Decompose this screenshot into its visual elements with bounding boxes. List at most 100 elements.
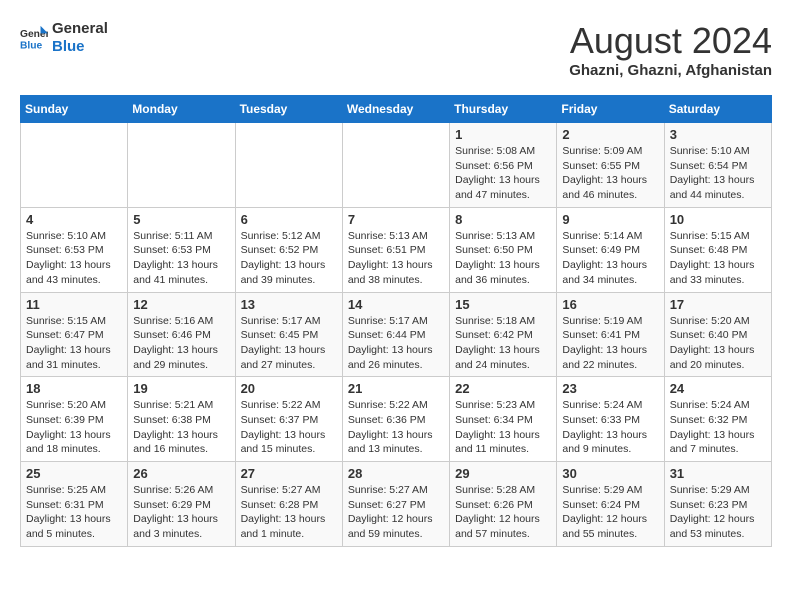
day-number: 25: [26, 466, 122, 481]
day-info: Sunrise: 5:23 AM: [455, 398, 551, 413]
day-info: Sunset: 6:26 PM: [455, 498, 551, 513]
day-info: and 1 minute.: [241, 527, 337, 542]
day-number: 16: [562, 297, 658, 312]
day-info: Sunrise: 5:24 AM: [670, 398, 766, 413]
calendar-cell: [342, 123, 449, 208]
day-info: Sunset: 6:28 PM: [241, 498, 337, 513]
day-info: Daylight: 12 hours: [670, 512, 766, 527]
day-info: and 34 minutes.: [562, 273, 658, 288]
calendar-cell: 31Sunrise: 5:29 AMSunset: 6:23 PMDayligh…: [664, 462, 771, 547]
day-number: 19: [133, 381, 229, 396]
day-info: Sunset: 6:31 PM: [26, 498, 122, 513]
day-info: Daylight: 13 hours: [455, 343, 551, 358]
day-info: and 16 minutes.: [133, 442, 229, 457]
day-info: Sunset: 6:27 PM: [348, 498, 444, 513]
week-row-5: 25 Sunrise: 5:25 AMSunset: 6:31 PM Dayligh…: [21, 462, 772, 547]
calendar-cell: 14Sunrise: 5:17 AMSunset: 6:44 PMDayligh…: [342, 292, 449, 377]
logo: General Blue General Blue: [20, 20, 108, 56]
day-number: 8: [455, 212, 551, 227]
location-title: Ghazni, Ghazni, Afghanistan: [569, 62, 772, 79]
day-number: 14: [348, 297, 444, 312]
day-number: 28: [348, 466, 444, 481]
day-info: Sunset: 6:40 PM: [670, 328, 766, 343]
day-info: Sunrise: 5:25 AM: [26, 483, 122, 498]
day-info: Sunrise: 5:29 AM: [670, 483, 766, 498]
day-info: Daylight: 13 hours: [133, 258, 229, 273]
day-info: Sunrise: 5:08 AM: [455, 144, 551, 159]
day-info: Sunset: 6:56 PM: [455, 159, 551, 174]
day-info: Sunset: 6:29 PM: [133, 498, 229, 513]
day-info: Sunrise: 5:27 AM: [241, 483, 337, 498]
calendar-cell: [128, 123, 235, 208]
day-number: 10: [670, 212, 766, 227]
day-info: Sunset: 6:51 PM: [348, 243, 444, 258]
day-info: Daylight: 13 hours: [562, 258, 658, 273]
day-info: Sunset: 6:37 PM: [241, 413, 337, 428]
day-info: Sunrise: 5:17 AM: [241, 314, 337, 329]
calendar-cell: 9Sunrise: 5:14 AMSunset: 6:49 PMDaylight…: [557, 207, 664, 292]
logo-line2: Blue: [52, 38, 108, 56]
day-info: and 31 minutes.: [26, 358, 122, 373]
day-info: and 22 minutes.: [562, 358, 658, 373]
day-info: Daylight: 13 hours: [670, 258, 766, 273]
day-number: 24: [670, 381, 766, 396]
calendar-cell: 29Sunrise: 5:28 AMSunset: 6:26 PMDayligh…: [450, 462, 557, 547]
day-info: Sunrise: 5:14 AM: [562, 229, 658, 244]
day-info: and 36 minutes.: [455, 273, 551, 288]
day-info: Sunrise: 5:16 AM: [133, 314, 229, 329]
day-number: 6: [241, 212, 337, 227]
day-info: Daylight: 13 hours: [133, 512, 229, 527]
weekday-tuesday: Tuesday: [235, 96, 342, 123]
day-number: 22: [455, 381, 551, 396]
day-info: Sunset: 6:33 PM: [562, 413, 658, 428]
calendar-cell: 23Sunrise: 5:24 AMSunset: 6:33 PMDayligh…: [557, 377, 664, 462]
day-info: Sunset: 6:48 PM: [670, 243, 766, 258]
day-info: Daylight: 13 hours: [241, 428, 337, 443]
calendar-cell: 22Sunrise: 5:23 AMSunset: 6:34 PMDayligh…: [450, 377, 557, 462]
day-info: Sunset: 6:38 PM: [133, 413, 229, 428]
week-row-1: 1Sunrise: 5:08 AMSunset: 6:56 PMDaylight…: [21, 123, 772, 208]
day-info: and 46 minutes.: [562, 188, 658, 203]
day-info: and 29 minutes.: [133, 358, 229, 373]
calendar-cell: 6Sunrise: 5:12 AMSunset: 6:52 PMDaylight…: [235, 207, 342, 292]
day-info: and 57 minutes.: [455, 527, 551, 542]
day-info: Sunset: 6:49 PM: [562, 243, 658, 258]
day-info: and 3 minutes.: [133, 527, 229, 542]
weekday-wednesday: Wednesday: [342, 96, 449, 123]
calendar-cell: 7Sunrise: 5:13 AMSunset: 6:51 PMDaylight…: [342, 207, 449, 292]
day-info: and 38 minutes.: [348, 273, 444, 288]
calendar-cell: 21Sunrise: 5:22 AMSunset: 6:36 PMDayligh…: [342, 377, 449, 462]
day-info: Sunrise: 5:17 AM: [348, 314, 444, 329]
day-number: 3: [670, 127, 766, 142]
day-info: Sunrise: 5:13 AM: [348, 229, 444, 244]
calendar-cell: 17Sunrise: 5:20 AMSunset: 6:40 PMDayligh…: [664, 292, 771, 377]
title-block: August 2024 Ghazni, Ghazni, Afghanistan: [569, 20, 772, 79]
day-info: Sunrise: 5:20 AM: [26, 398, 122, 413]
day-info: and 5 minutes.: [26, 527, 122, 542]
day-info: and 39 minutes.: [241, 273, 337, 288]
day-info: Daylight: 13 hours: [348, 258, 444, 273]
day-info: and 41 minutes.: [133, 273, 229, 288]
logo-icon: General Blue: [20, 24, 48, 52]
day-info: and 24 minutes.: [455, 358, 551, 373]
calendar-cell: 1Sunrise: 5:08 AMSunset: 6:56 PMDaylight…: [450, 123, 557, 208]
day-info: Sunrise: 5:28 AM: [455, 483, 551, 498]
day-number: 5: [133, 212, 229, 227]
day-number: 18: [26, 381, 122, 396]
day-number: 4: [26, 212, 122, 227]
day-info: and 7 minutes.: [670, 442, 766, 457]
day-info: and 27 minutes.: [241, 358, 337, 373]
week-row-2: 4Sunrise: 5:10 AMSunset: 6:53 PMDaylight…: [21, 207, 772, 292]
day-info: Sunset: 6:53 PM: [26, 243, 122, 258]
day-info: Sunrise: 5:26 AM: [133, 483, 229, 498]
day-info: Daylight: 12 hours: [348, 512, 444, 527]
day-info: Sunset: 6:24 PM: [562, 498, 658, 513]
day-number: 20: [241, 381, 337, 396]
day-info: Sunset: 6:34 PM: [455, 413, 551, 428]
day-info: Daylight: 13 hours: [241, 343, 337, 358]
day-info: Sunrise: 5:12 AM: [241, 229, 337, 244]
calendar-cell: 5Sunrise: 5:11 AMSunset: 6:53 PMDaylight…: [128, 207, 235, 292]
day-number: 26: [133, 466, 229, 481]
calendar-cell: 10Sunrise: 5:15 AMSunset: 6:48 PMDayligh…: [664, 207, 771, 292]
day-info: Daylight: 13 hours: [562, 343, 658, 358]
